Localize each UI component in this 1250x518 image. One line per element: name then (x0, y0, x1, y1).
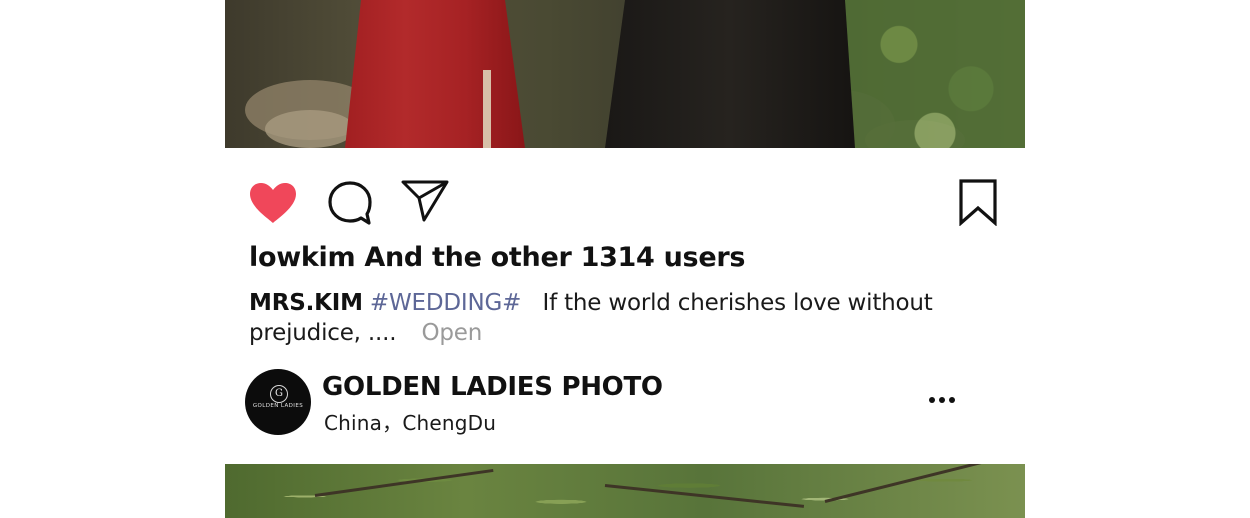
caption-hashtag[interactable]: #WEDDING# (370, 290, 521, 316)
avatar[interactable]: G GOLDEN LADIES (245, 369, 311, 435)
photo-dress-slit (483, 70, 491, 148)
comment-bubble-icon[interactable] (327, 180, 373, 226)
bookmark-icon[interactable] (958, 178, 998, 226)
account-location[interactable]: China，ChengDu (324, 407, 496, 436)
more-dot (929, 397, 935, 403)
photo-black-suit (605, 0, 855, 148)
post-photo-bottom[interactable] (225, 464, 1025, 518)
avatar-logo-mark: G (270, 385, 288, 403)
photo-branch (824, 464, 1010, 503)
more-dot (949, 397, 955, 403)
caption-author[interactable]: MRS.KIM (249, 290, 363, 316)
photo-foliage (845, 0, 1025, 148)
photo-branch (314, 468, 494, 497)
likes-count-text[interactable]: lowkim And the other 1314 users (249, 242, 745, 273)
account-name[interactable]: GOLDEN LADIES PHOTO (322, 372, 663, 402)
more-dot (939, 397, 945, 403)
post-photo-top[interactable] (225, 0, 1025, 148)
post-card: lowkim And the other 1314 users MRS.KIM … (225, 0, 1025, 518)
send-icon[interactable] (401, 178, 449, 224)
avatar-logo-text: GOLDEN LADIES (252, 403, 304, 409)
caption-open-link[interactable]: Open (421, 320, 482, 346)
page: lowkim And the other 1314 users MRS.KIM … (0, 0, 1250, 518)
heart-icon[interactable] (247, 180, 299, 226)
post-actions-bar (225, 170, 1025, 230)
more-horizontal-icon[interactable] (927, 393, 957, 407)
photo-branch (604, 484, 805, 508)
post-caption: MRS.KIM #WEDDING# If the world cherishes… (249, 288, 949, 348)
photo-rock (265, 110, 355, 148)
account-row: G GOLDEN LADIES GOLDEN LADIES PHOTO Chin… (245, 369, 1005, 437)
photo-red-dress (345, 0, 525, 148)
